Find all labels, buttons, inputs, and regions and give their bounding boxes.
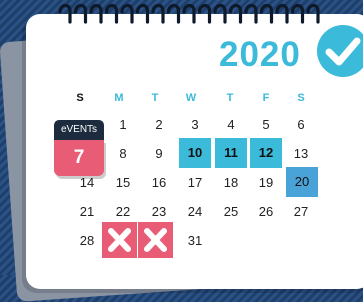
day-19[interactable]: 19: [252, 169, 280, 197]
day-15[interactable]: 15: [109, 169, 137, 197]
weekday-fri: F: [262, 92, 270, 104]
day-20[interactable]: 20: [286, 167, 318, 197]
day-10[interactable]: 10: [179, 138, 211, 168]
weekday-sat: S: [297, 92, 305, 104]
day-13[interactable]: 13: [287, 140, 315, 168]
day-8[interactable]: 8: [109, 140, 137, 168]
calendar-year: 2020: [219, 35, 301, 74]
day-2[interactable]: 2: [145, 111, 173, 139]
day-9[interactable]: 9: [145, 140, 173, 168]
check-circle-icon: [317, 25, 363, 77]
day-21[interactable]: 21: [73, 198, 101, 226]
event-day-7: 7: [54, 140, 104, 176]
day-31[interactable]: 31: [181, 227, 209, 255]
day-11[interactable]: 11: [215, 138, 247, 168]
weekday-wed: W: [185, 92, 197, 104]
cross-icon: [144, 228, 167, 252]
cancelled-day-30[interactable]: [138, 222, 173, 258]
day-12[interactable]: 12: [250, 138, 282, 168]
day-24[interactable]: 24: [181, 198, 209, 226]
cancelled-day-29[interactable]: [102, 222, 137, 258]
day-3[interactable]: 3: [181, 111, 209, 139]
day-18[interactable]: 18: [217, 169, 245, 197]
day-28[interactable]: 28: [73, 227, 101, 255]
day-27[interactable]: 27: [287, 198, 315, 226]
day-6[interactable]: 6: [287, 111, 315, 139]
events-label: eVENTs: [54, 120, 104, 140]
events-tag[interactable]: eVENTs 7: [54, 120, 104, 176]
day-1[interactable]: 1: [109, 111, 137, 139]
weekday-sun: S: [76, 92, 84, 104]
day-17[interactable]: 17: [181, 169, 209, 197]
weekday-mon: M: [114, 92, 124, 104]
weekday-thu: T: [226, 92, 234, 104]
day-25[interactable]: 25: [217, 198, 245, 226]
day-26[interactable]: 26: [252, 198, 280, 226]
cross-icon: [108, 228, 131, 252]
day-5[interactable]: 5: [252, 111, 280, 139]
weekday-tue: T: [151, 92, 159, 104]
day-4[interactable]: 4: [217, 111, 245, 139]
day-16[interactable]: 16: [145, 169, 173, 197]
